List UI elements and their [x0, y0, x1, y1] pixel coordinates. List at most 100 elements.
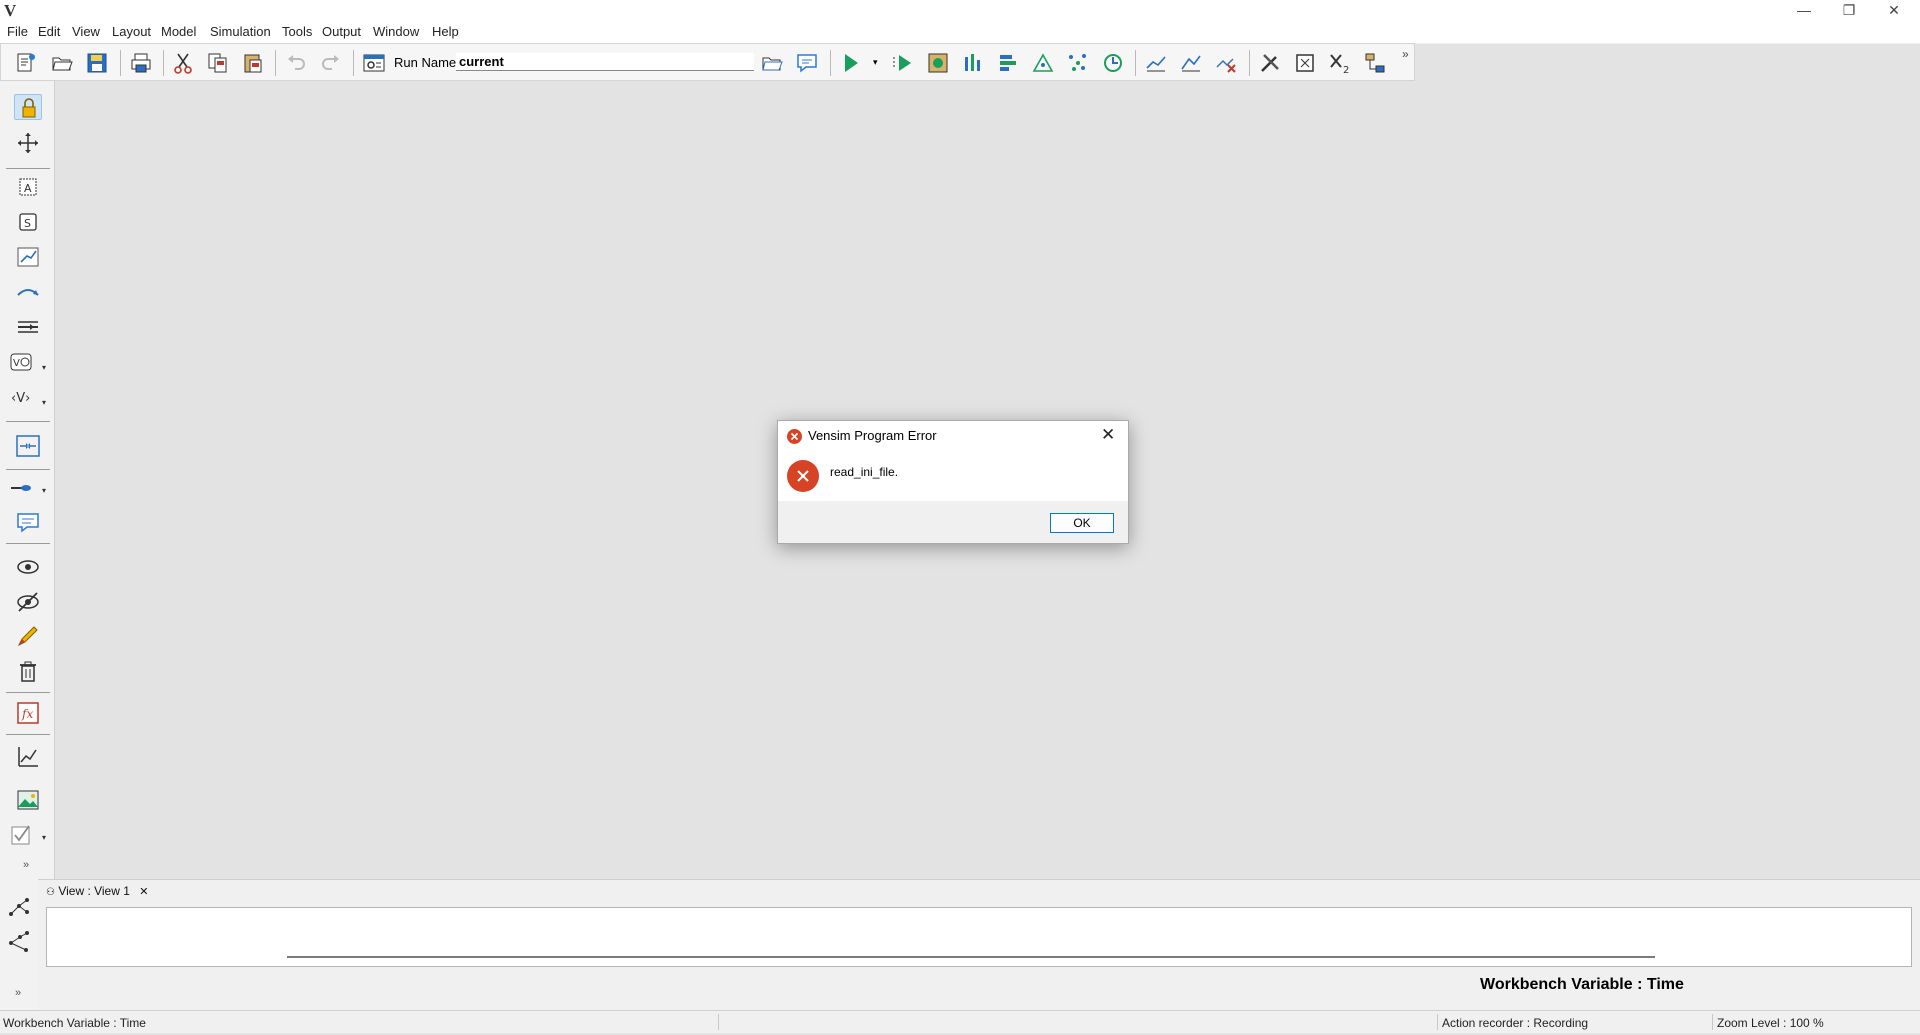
view-strip-panel[interactable] [46, 907, 1912, 967]
delete-graph-icon[interactable] [1214, 51, 1238, 75]
status-workbench-variable: Workbench Variable : Time [3, 1016, 146, 1030]
view-tab-icon: ⚇ [46, 887, 55, 898]
run-name-label: Run Name: [394, 55, 460, 70]
subscript-variable-dropdown-icon[interactable]: ▾ [42, 398, 46, 407]
input-output-icon[interactable] [8, 475, 36, 501]
menu-layout[interactable]: Layout [112, 24, 151, 39]
svg-text:‹V›: ‹V› [11, 391, 30, 406]
checkbox-tool-dropdown-icon[interactable]: ▾ [42, 833, 46, 842]
sketch-comment-icon[interactable] [14, 510, 42, 536]
menu-simulation[interactable]: Simulation [210, 24, 271, 39]
status-bar: Workbench Variable : Time Action recorde… [0, 1010, 1920, 1033]
undo-icon[interactable] [284, 51, 308, 75]
pencil-icon[interactable] [14, 624, 42, 650]
save-icon[interactable] [85, 51, 109, 75]
workbench-variable-display: Workbench Variable : Time [1480, 976, 1684, 993]
menu-tools[interactable]: Tools [282, 24, 312, 39]
ok-button[interactable]: OK [1050, 513, 1114, 533]
dialog-close-icon[interactable]: ✕ [1101, 425, 1115, 445]
restore-button[interactable]: ❐ [1827, 0, 1871, 21]
toolbar-overflow-icon[interactable]: » [1402, 47, 1409, 61]
title-bar: V — ❐ ✕ [0, 0, 1920, 21]
subscript-icon[interactable]: 2 [1328, 51, 1352, 75]
status-action-recorder: Action recorder : Recording [1442, 1016, 1589, 1030]
run-name-input[interactable] [456, 53, 754, 71]
variable-icon[interactable]: A [14, 174, 42, 200]
open-folder-icon[interactable] [50, 51, 74, 75]
arrow-icon[interactable] [14, 244, 42, 270]
new-model-icon[interactable] [14, 51, 38, 75]
input-output-dropdown-icon[interactable]: ▾ [42, 486, 46, 495]
copy-icon[interactable] [206, 51, 230, 75]
causes-tree-icon[interactable] [6, 894, 32, 920]
comment-icon[interactable] [795, 51, 819, 75]
export-icon[interactable] [1293, 51, 1317, 75]
sensitivity-icon[interactable] [961, 51, 985, 75]
synthesim-icon[interactable] [891, 51, 915, 75]
delete-icon[interactable] [14, 659, 42, 685]
unhide-wand-icon[interactable] [14, 554, 42, 580]
curved-arrow-icon[interactable] [14, 279, 42, 305]
menu-window[interactable]: Window [373, 24, 419, 39]
move-icon[interactable] [14, 130, 42, 156]
bottom-more-icon[interactable]: » [15, 987, 21, 999]
paste-icon[interactable] [241, 51, 265, 75]
graph-icon[interactable] [1179, 51, 1203, 75]
horizontal-scrollbar[interactable] [287, 956, 1655, 958]
causes-strip-icon[interactable] [1144, 51, 1168, 75]
cut-icon[interactable] [171, 51, 195, 75]
menu-model[interactable]: Model [161, 24, 196, 39]
stock-icon[interactable]: S [14, 209, 42, 235]
uses-tree-icon[interactable] [6, 929, 32, 955]
browse-run-folder-icon[interactable] [760, 51, 784, 75]
monte-carlo-icon[interactable] [1031, 51, 1055, 75]
lock-icon[interactable] [14, 94, 42, 120]
vensim-logo-icon: V [4, 1, 17, 20]
reality-check-icon[interactable] [996, 51, 1020, 75]
scatter-icon[interactable] [1066, 51, 1090, 75]
run-settings-icon[interactable] [362, 51, 386, 75]
dialog-body: read_ini_file. [778, 451, 1128, 501]
status-zoom-level: Zoom Level : 100 % [1717, 1016, 1824, 1030]
svg-text:A: A [24, 182, 32, 195]
svg-text:S: S [24, 217, 31, 230]
main-toolbar: Run Name: ▾ 2 » [0, 43, 1415, 81]
view-tab-close-icon[interactable]: ✕ [139, 886, 148, 898]
game-icon[interactable] [1101, 51, 1125, 75]
palette-more-icon[interactable]: » [23, 859, 29, 871]
error-icon [787, 460, 819, 492]
error-dialog: Vensim Program Error ✕ read_ini_file. OK [777, 420, 1129, 544]
shadow-variable-dropdown-icon[interactable]: ▾ [42, 363, 46, 372]
image-icon[interactable] [14, 787, 42, 813]
menu-view[interactable]: View [72, 24, 100, 39]
menu-file[interactable]: File [7, 24, 28, 39]
hierarchy-icon[interactable] [1363, 51, 1387, 75]
redo-icon[interactable] [319, 51, 343, 75]
sketch-palette: A S V ▾ ‹V› ▾ ▾ fx ▾ » [0, 81, 55, 879]
menu-help[interactable]: Help [432, 24, 459, 39]
checkbox-tool-icon[interactable] [8, 822, 36, 848]
sketch-graph-icon[interactable] [14, 744, 42, 770]
merge-icon[interactable] [14, 433, 42, 459]
bottom-tool-strip: » [0, 879, 38, 1010]
menu-edit[interactable]: Edit [38, 24, 60, 39]
run-dropdown-icon[interactable]: ▾ [873, 57, 878, 68]
rate-icon[interactable] [14, 314, 42, 340]
subscript-variable-icon[interactable]: ‹V› [8, 384, 36, 410]
menu-bar: File Edit View Layout Model Simulation T… [0, 21, 1920, 44]
dialog-message: read_ini_file. [830, 465, 899, 479]
dialog-title: Vensim Program Error [808, 428, 937, 443]
equation-icon[interactable]: fx [14, 700, 42, 726]
hide-wand-icon[interactable] [14, 589, 42, 615]
shadow-variable-icon[interactable]: V [8, 349, 36, 375]
minimize-button[interactable]: — [1782, 0, 1826, 21]
run-simulation-icon[interactable] [839, 51, 863, 75]
view-tab[interactable]: ⚇ View : View 1 ✕ [46, 884, 148, 902]
menu-output[interactable]: Output [322, 24, 361, 39]
tools-icon[interactable] [1258, 51, 1282, 75]
svg-text:2: 2 [1343, 65, 1349, 75]
optimize-icon[interactable] [926, 51, 950, 75]
dialog-title-bar: Vensim Program Error ✕ [778, 421, 1128, 451]
close-window-button[interactable]: ✕ [1872, 0, 1916, 21]
print-icon[interactable] [129, 51, 153, 75]
